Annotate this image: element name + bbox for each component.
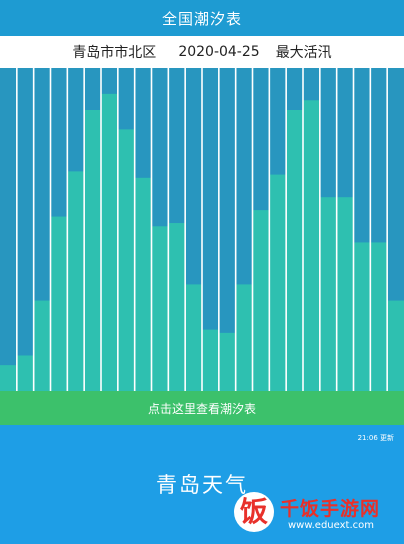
bar-divider [150,68,153,391]
bar-divider [201,68,203,391]
bar-divider [268,68,271,391]
app-title: 全国潮汐表 [161,9,242,28]
date-label: 2020-04-25 [178,44,260,60]
bar-divider [167,68,170,391]
tide-bar [33,300,51,391]
tide-bar [370,242,388,391]
bar-divider [319,68,321,391]
tide-bar [235,284,253,391]
tide-bar [252,210,270,391]
tide-bar [50,216,68,391]
bar-divider [335,68,338,391]
view-tide-table-button[interactable]: 点击这里查看潮汐表 [0,391,404,425]
tide-bar [319,197,337,391]
bar-divider [352,68,355,391]
tide-bar [101,93,118,391]
watermark: 饭 千饭手游网 www.eduext.com [228,472,404,544]
title-bar: 全国潮汐表 [0,0,404,36]
update-time: 21:06 更新 [357,434,394,442]
tide-bar [353,242,371,391]
tide-bar [269,174,287,391]
tide-bar [303,100,320,391]
bar-divider [32,68,35,391]
tide-bar [218,332,236,391]
bar-divider [49,68,52,391]
bar-divider [66,68,69,391]
tide-bar [134,177,152,391]
tide-chart [0,68,404,391]
location-label: 青岛市市北区 [72,45,157,61]
tide-bar [387,300,404,391]
info-bar: 青岛市市北区 2020-04-25 最大活汛 [0,36,404,68]
tide-chart-svg [0,68,404,391]
bar-divider [100,68,102,391]
bar-divider [16,68,18,391]
bar-divider [386,68,388,391]
tide-bar [202,329,219,391]
bar-divider [285,68,287,391]
bar-divider [117,68,119,391]
watermark-name: 千饭手游网 [280,498,381,520]
tide-bar [336,197,354,391]
bar-divider [133,68,136,391]
tide-bar [67,171,85,391]
tide-bar [151,226,169,391]
tide-bar [0,365,17,391]
watermark-logo-glyph: 饭 [239,495,268,528]
tide-bar [185,284,202,391]
tide-bar [117,129,135,391]
tide-bar [84,109,101,391]
bar-divider [218,68,220,391]
bar-divider [234,68,237,391]
watermark-url: www.eduext.com [288,520,374,531]
bar-divider [83,68,85,391]
app-root: 全国潮汐表 青岛市市北区 2020-04-25 最大活汛 点击这里查看潮汐表 2… [0,0,404,544]
tide-bar [168,223,186,391]
tide-type-label: 最大活汛 [275,45,332,61]
bar-divider [251,68,254,391]
bar-divider [302,68,304,391]
view-tide-table-label: 点击这里查看潮汐表 [147,401,256,416]
tide-bar [16,355,34,391]
bar-divider [184,68,186,391]
tide-bar [286,109,303,391]
bar-divider [369,68,372,391]
